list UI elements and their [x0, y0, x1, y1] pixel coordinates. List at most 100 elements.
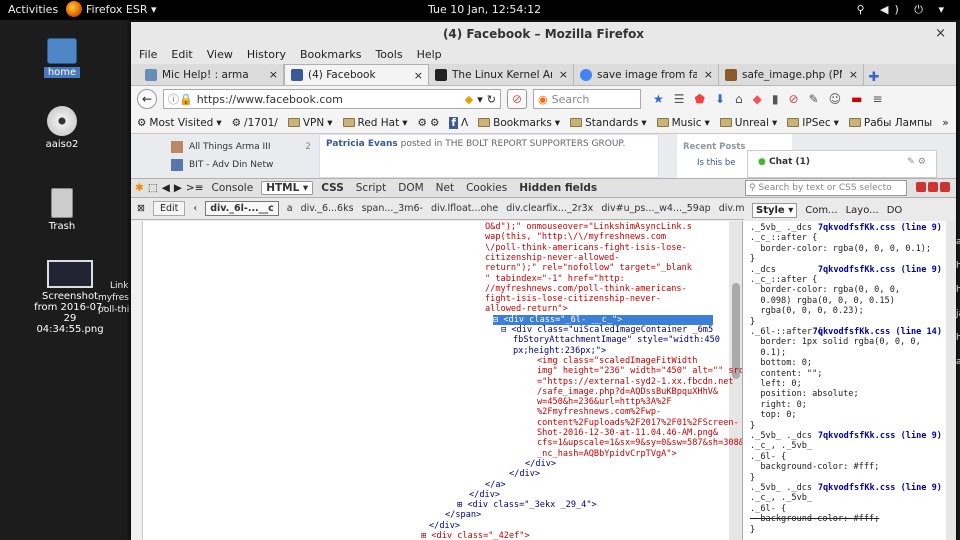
download-icon[interactable]: ⬇ — [715, 92, 725, 106]
tab-google-search[interactable]: save image from face... × — [574, 64, 719, 85]
css-rule-line[interactable]: } — [750, 525, 755, 535]
chevron-left-icon[interactable]: ‹ — [193, 203, 197, 214]
fb-nav-item[interactable]: All Things Arma III 2 — [171, 138, 311, 156]
tab-facebook[interactable]: (4) Facebook × — [284, 64, 429, 85]
bookmark-music[interactable]: Music ▾ — [656, 117, 710, 129]
html-line[interactable]: px;height:236px;"> — [513, 346, 606, 356]
menu-history[interactable]: History — [245, 46, 288, 64]
html-line[interactable]: wap(this, "http:\/\/myfreshnews.com — [485, 232, 666, 242]
breadcrumb-item[interactable]: div.lfloat...ohe — [431, 203, 498, 214]
tab-script[interactable]: Script — [352, 182, 390, 194]
new-tab-icon[interactable]: ✚ — [864, 70, 884, 85]
breadcrumb-item[interactable]: div#u_ps..._w4..._59ap — [601, 203, 710, 214]
clock[interactable]: Tue 10 Jan, 12:54:12 — [428, 3, 541, 16]
css-rule-line[interactable]: ._5vb_ ._dcs — [750, 483, 812, 493]
html-line[interactable]: return");" rel="nofollow" target="_blank — [485, 263, 692, 273]
css-rule-line[interactable]: ._c_, ._5vb_ — [750, 441, 812, 451]
style-scrollbar[interactable] — [946, 221, 956, 540]
tab-dom-side[interactable]: DO — [887, 205, 903, 216]
html-line[interactable]: fight-isis-lose-citizenship-never- — [485, 294, 661, 304]
html-tree-pane[interactable]: O&d");" onmouseover="LinkshimAsyncLink.s… — [131, 221, 743, 540]
extension-badge-icon[interactable]: ▬ — [851, 92, 862, 106]
chevron-right-icon[interactable]: » — [942, 117, 948, 129]
css-rule-line[interactable]: ._6l- { — [750, 504, 786, 514]
css-rule-line[interactable]: left: 0; — [750, 379, 801, 389]
trash-extension-icon[interactable]: ▮ — [772, 92, 779, 106]
detach-icon[interactable] — [928, 182, 938, 192]
minimize-icon[interactable] — [916, 182, 926, 192]
tab-close-icon[interactable]: × — [704, 68, 713, 81]
breadcrumb-item[interactable]: div._6l-...__c — [205, 201, 279, 216]
chat-settings-icon[interactable]: ✎ ⚙ — [907, 157, 926, 167]
html-line[interactable]: content%2Fuploads%2F2017%2F01%2FScreen- — [537, 418, 739, 428]
html-line[interactable]: O&d");" onmouseover="LinkshimAsyncLink.s — [485, 222, 692, 232]
window-titlebar[interactable]: (4) Facebook – Mozilla Firefox × — [131, 22, 956, 46]
html-line[interactable]: </div> — [469, 490, 500, 500]
tab-mic-help[interactable]: Mic Help! : arma × — [139, 64, 284, 85]
breadcrumb-item[interactable]: span..._3m6- — [362, 203, 423, 214]
css-rule-line[interactable]: ._6l- { — [750, 452, 786, 462]
bookmark-unreal[interactable]: Unreal ▾ — [719, 117, 777, 129]
back-icon[interactable]: ◀ — [162, 182, 170, 194]
css-rule-line[interactable]: 0.098) rgba(0, 0, 0, 0.15) — [750, 296, 895, 306]
firebug-icon[interactable]: ✱ — [135, 182, 144, 194]
reader-list-icon[interactable]: ☰ — [674, 92, 685, 106]
html-line[interactable]: " tabindex="-1" href="http: — [485, 274, 625, 284]
tab-close-icon[interactable]: × — [849, 68, 858, 81]
html-line[interactable]: //myfreshnews.com/poll-think-americans- — [485, 284, 687, 294]
html-line[interactable]: citizenship-never-allowed- — [485, 253, 620, 263]
css-rule-line[interactable]: rgba(0, 0, 0, 0.23); — [750, 306, 863, 316]
tab-hidden-fields[interactable]: Hidden fields — [515, 182, 601, 194]
firebug-search-input[interactable]: ⚲ Search by text or CSS selecto — [745, 180, 907, 196]
bookmark-raby-lampy[interactable]: Рабы Лампы — [848, 117, 932, 129]
bookmark-facebook[interactable]: fΛ — [449, 116, 468, 129]
hamburger-menu-icon[interactable]: ≡ — [872, 92, 882, 106]
html-line[interactable]: </div> — [509, 469, 540, 479]
css-rule-line[interactable]: top: 0; — [750, 410, 796, 420]
html-line[interactable]: /safe_image.php?d=AQDssBuKBpquXHhV& — [537, 387, 718, 397]
close-icon[interactable] — [940, 182, 950, 192]
css-rule-line[interactable]: ._c_::after { — [750, 233, 817, 243]
html-line[interactable]: %2Fmyfreshnews.com%2Fwp- — [537, 407, 661, 417]
css-rule-line[interactable]: background-color: #fff; — [750, 462, 879, 472]
inspect-icon[interactable]: ⬚ — [148, 182, 158, 194]
tab-layout[interactable]: Layo... — [846, 205, 879, 216]
css-rule-line[interactable]: } — [750, 254, 755, 264]
css-source-link[interactable]: 7qkvodfsfKk.css (line 14) — [813, 327, 942, 337]
bookmark-vpn[interactable]: VPN ▾ — [287, 117, 333, 129]
html-line[interactable]: allowed-return"> — [485, 304, 568, 314]
tab-style[interactable]: Style ▾ — [752, 202, 798, 218]
menu-bookmarks[interactable]: Bookmarks — [298, 46, 363, 64]
menu-help[interactable]: Help — [415, 46, 444, 64]
bookmark-gear[interactable]: ⚙ ⚙ — [418, 117, 440, 129]
addon-icon[interactable]: ⊘ — [507, 89, 527, 109]
tab-cookies[interactable]: Cookies — [462, 182, 511, 194]
tab-linux-kernel[interactable]: The Linux Kernel Arc... × — [429, 64, 574, 85]
back-icon[interactable]: ← — [137, 89, 157, 109]
desktop-icon-aaiso2[interactable]: aaiso2 — [30, 106, 94, 150]
html-line[interactable]: Shot-2016-12-30-at-11.04.46-AM.png& — [537, 428, 718, 438]
bookmark-star-icon[interactable]: ★ — [653, 92, 664, 106]
style-rules-pane[interactable]: ._5vb_ ._dcs 7qkvodfsfKk.css (line 9) ._c_… — [744, 221, 956, 540]
menu-tools[interactable]: Tools — [373, 46, 404, 64]
menu-view[interactable]: View — [205, 46, 235, 64]
tab-css[interactable]: CSS — [317, 182, 348, 194]
scrollbar-thumb[interactable] — [732, 283, 740, 379]
html-line[interactable]: ="https://external-syd2-1.xx.fbcdn.net — [537, 377, 734, 387]
command-line-icon[interactable]: >≡ — [186, 182, 204, 194]
css-rule-line[interactable]: content: ""; — [750, 369, 822, 379]
desktop-icon-home[interactable]: home — [30, 38, 94, 78]
html-line[interactable]: </div> — [429, 521, 460, 531]
post-author[interactable]: Patricia Evans — [326, 139, 398, 149]
breadcrumb-item[interactable]: div.clearfix..._2r3x — [506, 203, 593, 214]
tab-console[interactable]: Console — [208, 182, 258, 194]
home-icon[interactable]: ⌂ — [735, 92, 743, 106]
pocket-icon[interactable]: ⬟ — [695, 92, 705, 106]
fb-nav-item[interactable]: BIT - Adv Din Netw — [171, 156, 311, 174]
css-rule-line[interactable]: right: 0; — [750, 400, 807, 410]
css-source-link[interactable]: 7qkvodfsfKk.css (line 9) — [818, 431, 942, 441]
html-line[interactable]: ⊞ <div class="_3ekx _29_4"> — [457, 500, 597, 510]
html-line[interactable]: </span> — [445, 510, 481, 520]
dropdown-icon[interactable]: ▾ — [477, 93, 483, 106]
css-rule-line[interactable]: 0.1); — [750, 348, 786, 358]
